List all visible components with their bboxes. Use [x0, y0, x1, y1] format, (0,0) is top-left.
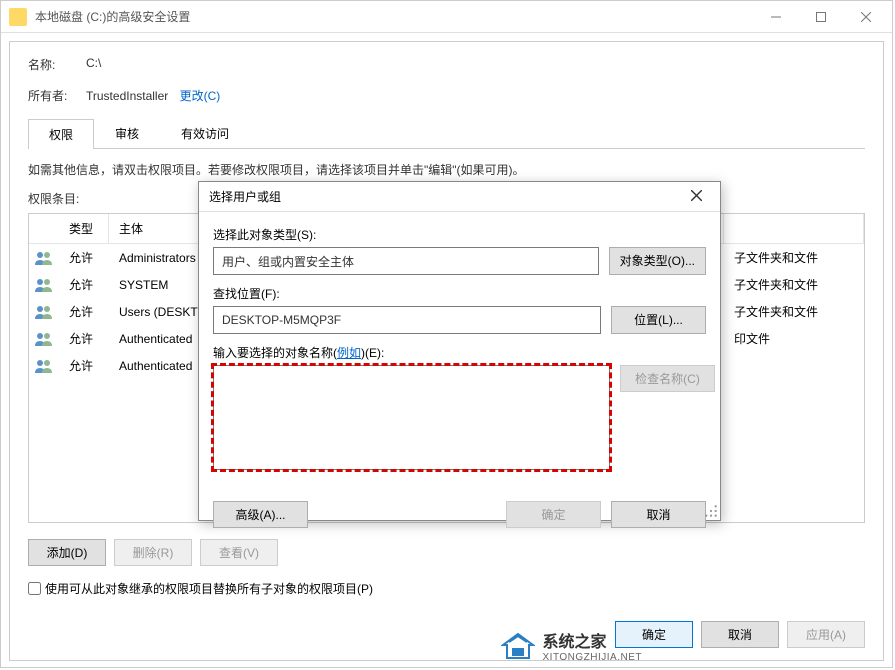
view-button[interactable]: 查看(V)	[200, 539, 278, 566]
name-value: C:\	[86, 56, 101, 73]
dialog-close-button[interactable]	[682, 190, 710, 204]
owner-label: 所有者:	[28, 87, 86, 104]
location-label: 查找位置(F):	[213, 285, 706, 302]
names-label-post: )(E):	[361, 346, 384, 360]
tab-effective-access[interactable]: 有效访问	[160, 118, 250, 148]
select-user-or-group-dialog: 选择用户或组 选择此对象类型(S): 对象类型(O)... 查找位置(F): 位…	[198, 181, 721, 521]
owner-text: TrustedInstaller	[86, 89, 168, 103]
tab-strip: 权限 审核 有效访问	[28, 118, 865, 149]
name-row: 名称: C:\	[28, 56, 865, 73]
row-applies: 子文件夹和文件	[724, 273, 864, 296]
cancel-button[interactable]: 取消	[701, 621, 779, 648]
row-type: 允许	[59, 354, 109, 377]
window-controls	[753, 2, 888, 32]
permission-action-buttons: 添加(D) 删除(R) 查看(V)	[28, 539, 865, 566]
owner-row: 所有者: TrustedInstaller 更改(C)	[28, 87, 865, 104]
watermark-logo-icon	[501, 632, 535, 660]
advanced-security-settings-window: 本地磁盘 (C:)的高级安全设置 名称: C:\ 所有者: TrustedIns…	[0, 0, 893, 668]
tab-permissions[interactable]: 权限	[28, 119, 94, 149]
check-names-button[interactable]: 检查名称(C)	[620, 365, 715, 392]
object-types-button[interactable]: 对象类型(O)...	[609, 247, 706, 275]
row-applies: 子文件夹和文件	[724, 300, 864, 323]
watermark-url: XITONGZHIJIA.NET	[543, 652, 643, 663]
col-type-header[interactable]: 类型	[59, 214, 109, 243]
replace-permissions-row: 使用可从此对象继承的权限项目替换所有子对象的权限项目(P)	[28, 580, 865, 597]
advanced-button[interactable]: 高级(A)...	[213, 501, 308, 528]
users-icon	[34, 277, 54, 293]
remove-button[interactable]: 删除(R)	[114, 539, 192, 566]
watermark-name: 系统之家	[543, 628, 643, 652]
change-owner-link[interactable]: 更改(C)	[180, 89, 221, 103]
dialog-body: 选择此对象类型(S): 对象类型(O)... 查找位置(F): 位置(L)...…	[199, 212, 720, 493]
add-button[interactable]: 添加(D)	[28, 539, 106, 566]
owner-value: TrustedInstaller 更改(C)	[86, 87, 220, 104]
replace-permissions-label[interactable]: 使用可从此对象继承的权限项目替换所有子对象的权限项目(P)	[45, 580, 373, 597]
watermark: 系统之家 XITONGZHIJIA.NET	[501, 628, 643, 663]
dialog-titlebar: 选择用户或组	[199, 182, 720, 212]
users-icon	[34, 358, 54, 374]
col-icon	[29, 214, 59, 243]
dialog-footer: 高级(A)... 确定 取消	[199, 493, 720, 536]
description-text: 如需其他信息，请双击权限项目。若要修改权限项目，请选择该项目并单击"编辑"(如果…	[28, 161, 865, 178]
names-label-pre: 输入要选择的对象名称(	[213, 346, 337, 360]
name-label: 名称:	[28, 56, 86, 73]
maximize-button[interactable]	[798, 2, 843, 32]
row-applies: 子文件夹和文件	[724, 246, 864, 269]
main-footer-buttons: 确定 取消 应用(A)	[615, 621, 865, 648]
locations-button[interactable]: 位置(L)...	[611, 306, 706, 334]
location-field[interactable]	[213, 306, 601, 334]
resize-grip-icon[interactable]	[704, 504, 718, 518]
row-type: 允许	[59, 327, 109, 350]
object-type-field[interactable]	[213, 247, 599, 275]
window-title: 本地磁盘 (C:)的高级安全设置	[35, 8, 753, 25]
object-names-input[interactable]	[213, 365, 610, 470]
row-type: 允许	[59, 273, 109, 296]
dialog-ok-button[interactable]: 确定	[506, 501, 601, 528]
object-names-wrap	[213, 365, 610, 473]
minimize-button[interactable]	[753, 2, 798, 32]
row-type: 允许	[59, 246, 109, 269]
close-button[interactable]	[843, 2, 888, 32]
object-type-label: 选择此对象类型(S):	[213, 226, 706, 243]
examples-link[interactable]: 例如	[337, 346, 361, 360]
users-icon	[34, 331, 54, 347]
tab-auditing[interactable]: 审核	[94, 118, 160, 148]
main-titlebar: 本地磁盘 (C:)的高级安全设置	[1, 1, 892, 33]
dialog-title: 选择用户或组	[209, 188, 682, 205]
col-applies-header[interactable]	[724, 214, 864, 243]
apply-button[interactable]: 应用(A)	[787, 621, 865, 648]
object-names-label: 输入要选择的对象名称(例如)(E):	[213, 344, 706, 361]
folder-icon	[9, 8, 27, 26]
replace-permissions-checkbox[interactable]	[28, 582, 41, 595]
dialog-cancel-button[interactable]: 取消	[611, 501, 706, 528]
row-type: 允许	[59, 300, 109, 323]
row-applies	[724, 363, 864, 369]
users-icon	[34, 304, 54, 320]
row-applies: 印文件	[724, 327, 864, 350]
users-icon	[34, 250, 54, 266]
